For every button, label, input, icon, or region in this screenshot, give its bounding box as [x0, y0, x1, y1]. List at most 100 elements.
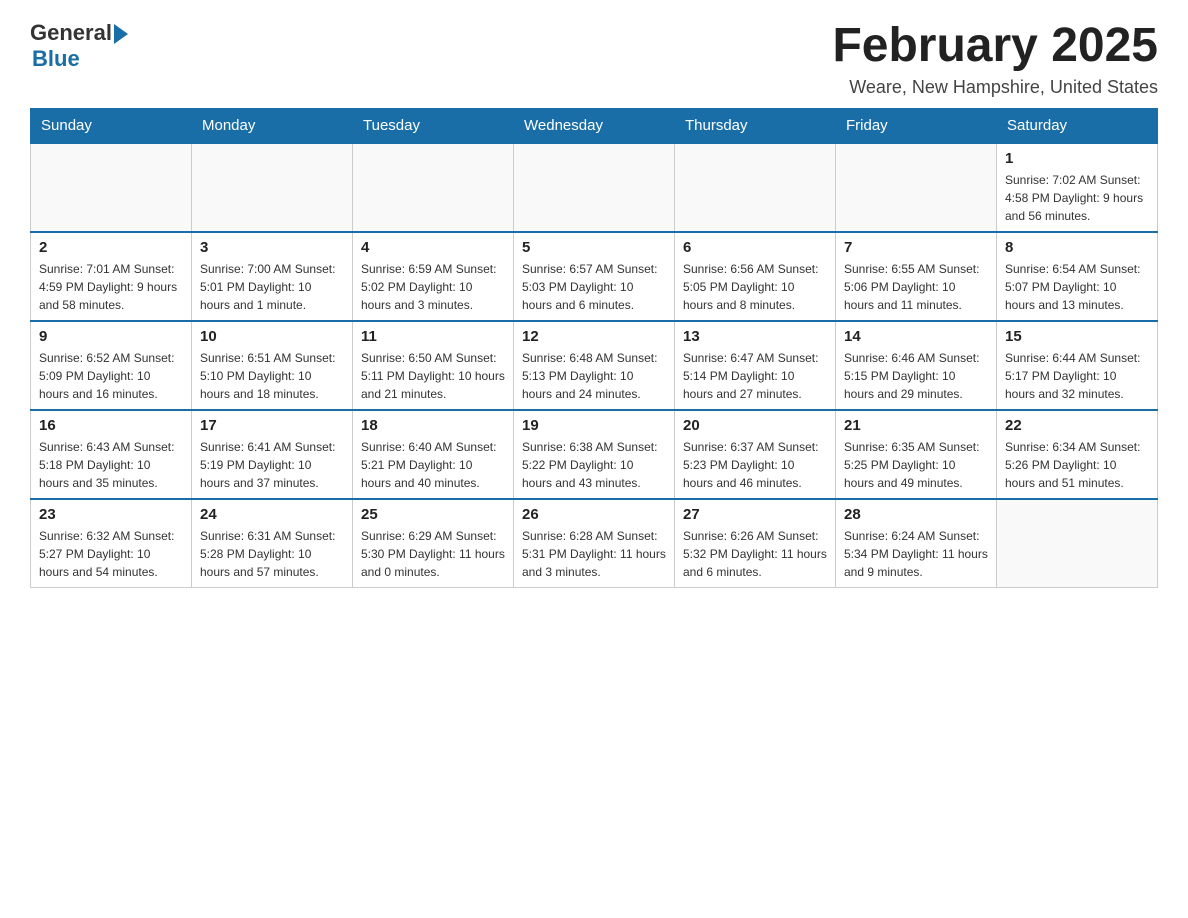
day-info: Sunrise: 7:00 AM Sunset: 5:01 PM Dayligh… [200, 260, 344, 314]
calendar-day-cell: 19Sunrise: 6:38 AM Sunset: 5:22 PM Dayli… [514, 410, 675, 499]
day-info: Sunrise: 6:35 AM Sunset: 5:25 PM Dayligh… [844, 438, 988, 492]
day-info: Sunrise: 6:40 AM Sunset: 5:21 PM Dayligh… [361, 438, 505, 492]
title-section: February 2025 Weare, New Hampshire, Unit… [832, 20, 1158, 98]
day-info: Sunrise: 6:29 AM Sunset: 5:30 PM Dayligh… [361, 527, 505, 581]
calendar-day-header: Tuesday [353, 108, 514, 143]
calendar-table: SundayMondayTuesdayWednesdayThursdayFrid… [30, 108, 1158, 588]
calendar-day-cell [675, 143, 836, 232]
day-number: 18 [361, 417, 505, 434]
calendar-day-header: Saturday [997, 108, 1158, 143]
day-number: 15 [1005, 328, 1149, 345]
calendar-day-cell: 12Sunrise: 6:48 AM Sunset: 5:13 PM Dayli… [514, 321, 675, 410]
day-info: Sunrise: 6:37 AM Sunset: 5:23 PM Dayligh… [683, 438, 827, 492]
day-info: Sunrise: 6:51 AM Sunset: 5:10 PM Dayligh… [200, 349, 344, 403]
day-number: 16 [39, 417, 183, 434]
calendar-day-cell: 9 Sunrise: 6:52 AM Sunset: 5:09 PM Daylig… [31, 321, 192, 410]
day-number: 11 [361, 328, 505, 345]
day-number: 10 [200, 328, 344, 345]
calendar-day-cell: 22 Sunrise: 6:34 AM Sunset: 5:26 PM Dayli… [997, 410, 1158, 499]
calendar-day-cell: 16 Sunrise: 6:43 AM Sunset: 5:18 PM Dayli… [31, 410, 192, 499]
logo-arrow-icon [114, 24, 128, 44]
day-number: 7 [844, 239, 988, 256]
calendar-day-header: Wednesday [514, 108, 675, 143]
day-number: 28 [844, 506, 988, 523]
calendar-day-cell: 25 Sunrise: 6:29 AM Sunset: 5:30 PM Dayli… [353, 499, 514, 588]
day-number: 14 [844, 328, 988, 345]
calendar-day-cell: 28 Sunrise: 6:24 AM Sunset: 5:34 PM Dayli… [836, 499, 997, 588]
calendar-day-cell: 27 Sunrise: 6:26 AM Sunset: 5:32 PM Dayli… [675, 499, 836, 588]
calendar-day-cell: 2 Sunrise: 7:01 AM Sunset: 4:59 PM Daylig… [31, 232, 192, 321]
calendar-day-cell: 5 Sunrise: 6:57 AM Sunset: 5:03 PM Daylig… [514, 232, 675, 321]
calendar-week-row: 1 Sunrise: 7:02 AM Sunset: 4:58 PM Daylig… [31, 143, 1158, 232]
calendar-day-cell: 1 Sunrise: 7:02 AM Sunset: 4:58 PM Daylig… [997, 143, 1158, 232]
calendar-day-cell: 21Sunrise: 6:35 AM Sunset: 5:25 PM Dayli… [836, 410, 997, 499]
day-info: Sunrise: 6:38 AM Sunset: 5:22 PM Dayligh… [522, 438, 666, 492]
day-number: 25 [361, 506, 505, 523]
day-info: Sunrise: 6:43 AM Sunset: 5:18 PM Dayligh… [39, 438, 183, 492]
day-info: Sunrise: 6:44 AM Sunset: 5:17 PM Dayligh… [1005, 349, 1149, 403]
calendar-day-cell [31, 143, 192, 232]
calendar-day-cell [836, 143, 997, 232]
day-info: Sunrise: 6:56 AM Sunset: 5:05 PM Dayligh… [683, 260, 827, 314]
calendar-day-cell: 10 Sunrise: 6:51 AM Sunset: 5:10 PM Dayli… [192, 321, 353, 410]
calendar-day-cell: 14Sunrise: 6:46 AM Sunset: 5:15 PM Dayli… [836, 321, 997, 410]
day-number: 20 [683, 417, 827, 434]
day-info: Sunrise: 6:59 AM Sunset: 5:02 PM Dayligh… [361, 260, 505, 314]
day-info: Sunrise: 6:24 AM Sunset: 5:34 PM Dayligh… [844, 527, 988, 581]
calendar-day-header: Friday [836, 108, 997, 143]
day-info: Sunrise: 6:28 AM Sunset: 5:31 PM Dayligh… [522, 527, 666, 581]
calendar-day-cell: 8Sunrise: 6:54 AM Sunset: 5:07 PM Daylig… [997, 232, 1158, 321]
day-number: 1 [1005, 150, 1149, 167]
calendar-day-cell: 23 Sunrise: 6:32 AM Sunset: 5:27 PM Dayli… [31, 499, 192, 588]
day-number: 6 [683, 239, 827, 256]
calendar-day-cell: 6 Sunrise: 6:56 AM Sunset: 5:05 PM Daylig… [675, 232, 836, 321]
day-info: Sunrise: 6:34 AM Sunset: 5:26 PM Dayligh… [1005, 438, 1149, 492]
month-title: February 2025 [832, 20, 1158, 73]
day-info: Sunrise: 6:47 AM Sunset: 5:14 PM Dayligh… [683, 349, 827, 403]
calendar-day-cell: 26 Sunrise: 6:28 AM Sunset: 5:31 PM Dayli… [514, 499, 675, 588]
day-number: 22 [1005, 417, 1149, 434]
day-number: 17 [200, 417, 344, 434]
calendar-week-row: 23 Sunrise: 6:32 AM Sunset: 5:27 PM Dayli… [31, 499, 1158, 588]
logo: General Blue [30, 20, 128, 72]
day-info: Sunrise: 6:32 AM Sunset: 5:27 PM Dayligh… [39, 527, 183, 581]
day-number: 12 [522, 328, 666, 345]
day-number: 5 [522, 239, 666, 256]
calendar-day-cell [192, 143, 353, 232]
calendar-day-cell [353, 143, 514, 232]
day-number: 4 [361, 239, 505, 256]
calendar-day-cell: 17 Sunrise: 6:41 AM Sunset: 5:19 PM Dayli… [192, 410, 353, 499]
calendar-day-cell: 24 Sunrise: 6:31 AM Sunset: 5:28 PM Dayli… [192, 499, 353, 588]
calendar-day-header: Sunday [31, 108, 192, 143]
calendar-day-cell: 4 Sunrise: 6:59 AM Sunset: 5:02 PM Daylig… [353, 232, 514, 321]
day-number: 24 [200, 506, 344, 523]
calendar-week-row: 9 Sunrise: 6:52 AM Sunset: 5:09 PM Daylig… [31, 321, 1158, 410]
calendar-day-cell: 13 Sunrise: 6:47 AM Sunset: 5:14 PM Dayli… [675, 321, 836, 410]
day-number: 26 [522, 506, 666, 523]
day-info: Sunrise: 6:26 AM Sunset: 5:32 PM Dayligh… [683, 527, 827, 581]
calendar-day-header: Thursday [675, 108, 836, 143]
day-info: Sunrise: 6:50 AM Sunset: 5:11 PM Dayligh… [361, 349, 505, 403]
calendar-day-cell [997, 499, 1158, 588]
day-number: 2 [39, 239, 183, 256]
day-number: 13 [683, 328, 827, 345]
calendar-week-row: 16 Sunrise: 6:43 AM Sunset: 5:18 PM Dayli… [31, 410, 1158, 499]
day-number: 27 [683, 506, 827, 523]
day-info: Sunrise: 6:31 AM Sunset: 5:28 PM Dayligh… [200, 527, 344, 581]
day-info: Sunrise: 6:52 AM Sunset: 5:09 PM Dayligh… [39, 349, 183, 403]
calendar-week-row: 2 Sunrise: 7:01 AM Sunset: 4:59 PM Daylig… [31, 232, 1158, 321]
calendar-day-cell: 11 Sunrise: 6:50 AM Sunset: 5:11 PM Dayli… [353, 321, 514, 410]
calendar-day-cell: 3Sunrise: 7:00 AM Sunset: 5:01 PM Daylig… [192, 232, 353, 321]
day-info: Sunrise: 6:41 AM Sunset: 5:19 PM Dayligh… [200, 438, 344, 492]
calendar-day-header: Monday [192, 108, 353, 143]
day-number: 23 [39, 506, 183, 523]
calendar-day-cell: 15 Sunrise: 6:44 AM Sunset: 5:17 PM Dayli… [997, 321, 1158, 410]
calendar-header-row: SundayMondayTuesdayWednesdayThursdayFrid… [31, 108, 1158, 143]
location-subtitle: Weare, New Hampshire, United States [832, 77, 1158, 98]
day-info: Sunrise: 7:02 AM Sunset: 4:58 PM Dayligh… [1005, 171, 1149, 225]
day-info: Sunrise: 7:01 AM Sunset: 4:59 PM Dayligh… [39, 260, 183, 314]
day-number: 9 [39, 328, 183, 345]
logo-blue-text: Blue [32, 46, 80, 72]
day-info: Sunrise: 6:57 AM Sunset: 5:03 PM Dayligh… [522, 260, 666, 314]
day-info: Sunrise: 6:54 AM Sunset: 5:07 PM Dayligh… [1005, 260, 1149, 314]
